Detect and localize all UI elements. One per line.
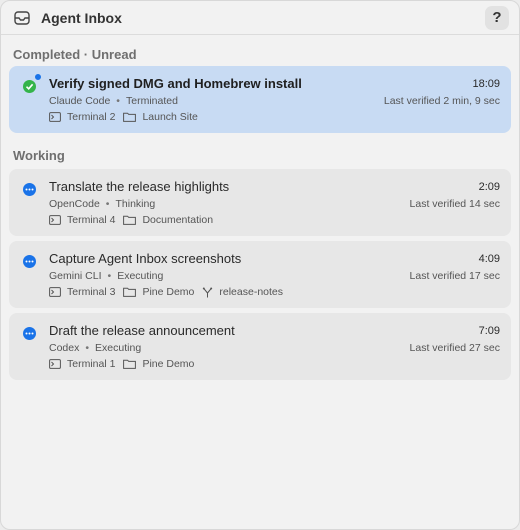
task-meta: Terminal 3 Pine Demo release-notes — [49, 286, 291, 298]
task-subtitle: Codex • Executing — [49, 342, 141, 354]
terminal-link[interactable]: Terminal 2 — [49, 111, 115, 123]
unread-dot — [34, 73, 42, 81]
task-meta: Terminal 2 Launch Site — [49, 111, 206, 123]
terminal-label: Terminal 3 — [67, 286, 116, 298]
folder-label: Pine Demo — [142, 358, 195, 370]
last-verified: Last verified 27 sec — [409, 342, 500, 354]
agent-name: OpenCode — [49, 198, 100, 210]
task-time: 2:09 — [478, 181, 500, 193]
task-title: Capture Agent Inbox screenshots — [49, 251, 242, 266]
folder-icon — [123, 215, 137, 225]
task-time: 4:09 — [478, 253, 500, 265]
branch-link[interactable]: release-notes — [202, 286, 283, 298]
agent-state: Executing — [95, 342, 142, 354]
task-title: Draft the release announcement — [49, 323, 235, 338]
terminal-icon — [49, 112, 61, 122]
last-verified: Last verified 14 sec — [409, 198, 500, 210]
agent-name: Gemini CLI — [49, 270, 102, 282]
bullet-separator: • — [107, 270, 112, 282]
task-subtitle: OpenCode • Thinking — [49, 198, 155, 210]
task-subtitle: Claude Code • Terminated — [49, 95, 178, 107]
section-title-completed: Completed · Unread — [13, 47, 137, 62]
agent-name: Claude Code — [49, 95, 111, 107]
working-status-icon — [23, 327, 36, 340]
branch-label: release-notes — [219, 286, 284, 298]
task-card[interactable]: Draft the release announcement 7:09 Code… — [9, 313, 511, 380]
task-title: Translate the release highlights — [49, 179, 230, 194]
inbox-icon — [13, 9, 31, 27]
terminal-icon — [49, 359, 61, 369]
bullet-separator: • — [116, 95, 120, 107]
folder-label: Documentation — [142, 214, 214, 226]
terminal-icon — [49, 287, 61, 297]
task-card[interactable]: Translate the release highlights 2:09 Op… — [9, 169, 511, 236]
task-card[interactable]: Verify signed DMG and Homebrew install 1… — [9, 66, 511, 133]
folder-link[interactable]: Documentation — [123, 214, 213, 226]
git-branch-icon — [203, 287, 213, 297]
folder-label: Launch Site — [142, 111, 198, 123]
folder-icon — [123, 359, 137, 369]
task-title: Verify signed DMG and Homebrew install — [49, 76, 302, 91]
working-status-icon — [23, 183, 36, 196]
completed-status-icon — [23, 80, 36, 93]
agent-state: Executing — [117, 270, 164, 282]
page-title: Agent Inbox — [41, 9, 122, 26]
terminal-link[interactable]: Terminal 4 — [49, 214, 115, 226]
last-verified: Last verified 2 min, 9 sec — [383, 95, 500, 107]
bullet-separator: • — [85, 342, 90, 354]
folder-link[interactable]: Launch Site — [123, 111, 198, 123]
folder-icon — [123, 112, 137, 122]
folder-icon — [123, 287, 137, 297]
task-time: 7:09 — [478, 325, 500, 337]
section-title-working: Working — [13, 148, 65, 163]
folder-link[interactable]: Pine Demo — [123, 358, 194, 370]
terminal-icon — [49, 215, 61, 225]
terminal-label: Terminal 2 — [67, 111, 116, 123]
agent-state: Terminated — [125, 95, 178, 107]
agent-state: Thinking — [115, 198, 156, 210]
folder-link[interactable]: Pine Demo — [123, 286, 194, 298]
terminal-label: Terminal 1 — [67, 358, 116, 370]
terminal-link[interactable]: Terminal 1 — [49, 358, 115, 370]
agent-inbox-panel: Agent Inbox ? Completed · Unread Verify … — [0, 0, 520, 530]
bullet-separator: • — [105, 198, 110, 210]
task-subtitle: Gemini CLI • Executing — [49, 270, 163, 282]
task-time: 18:09 — [472, 78, 500, 90]
help-button[interactable]: ? — [485, 5, 509, 30]
terminal-link[interactable]: Terminal 3 — [49, 286, 115, 298]
terminal-label: Terminal 4 — [67, 214, 116, 226]
header: Agent Inbox ? — [1, 1, 519, 35]
task-card[interactable]: Capture Agent Inbox screenshots 4:09 Gem… — [9, 241, 511, 308]
task-meta: Terminal 4 Documentation — [49, 214, 221, 226]
task-meta: Terminal 1 Pine Demo — [49, 358, 202, 370]
working-status-icon — [23, 255, 36, 268]
last-verified: Last verified 17 sec — [409, 270, 500, 282]
agent-name: Codex — [49, 342, 80, 354]
folder-label: Pine Demo — [142, 286, 195, 298]
